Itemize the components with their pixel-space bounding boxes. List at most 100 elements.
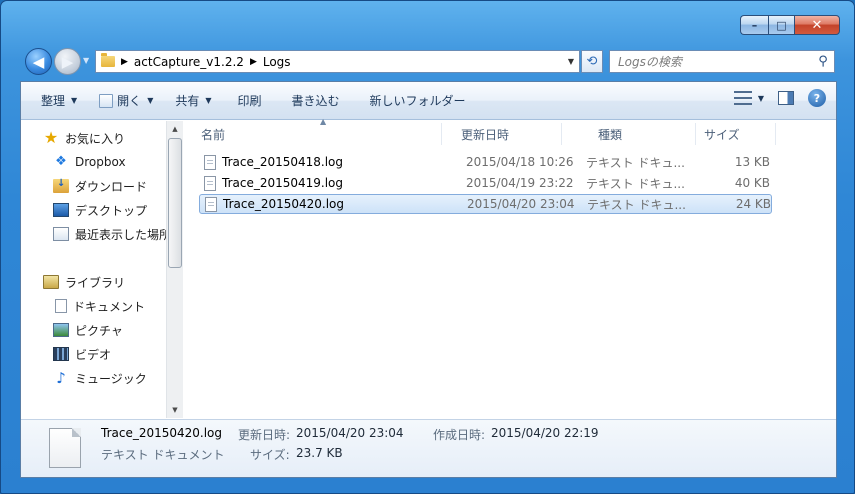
column-header-label: 種類 — [598, 127, 623, 142]
details-file-name: Trace_20150420.log — [101, 426, 223, 440]
file-type: テキスト ドキュ... — [586, 155, 685, 170]
file-size: 13 KB — [734, 155, 770, 169]
search-input[interactable] — [610, 54, 812, 69]
forward-button[interactable]: ▶ — [54, 48, 81, 75]
print-button[interactable]: 印刷 — [230, 89, 270, 113]
sidebar-item-label: ピクチャ — [75, 323, 123, 338]
open-button[interactable]: 開く ▼ — [91, 89, 161, 113]
details-file-type: テキスト ドキュメント — [101, 448, 225, 462]
column-header-label: 更新日時 — [461, 127, 510, 142]
folder-icon — [101, 53, 115, 67]
sidebar-item-dropbox[interactable]: ❖ Dropbox — [53, 151, 126, 173]
libraries-header[interactable]: ライブラリ — [43, 271, 125, 293]
favorites-header[interactable]: ★ お気に入り — [43, 127, 125, 149]
view-button[interactable]: ▼ — [733, 91, 764, 105]
column-header-type[interactable]: 種類 — [578, 123, 696, 145]
file-row[interactable]: Trace_20150419.log 2015/04/19 23:22 テキスト… — [199, 173, 772, 193]
text-file-icon — [204, 175, 216, 191]
libraries-icon — [43, 275, 59, 289]
column-header-name[interactable]: 名前 — [184, 123, 442, 145]
open-label: 開く — [117, 94, 142, 108]
sidebar-item-documents[interactable]: ドキュメント — [53, 295, 145, 317]
file-list: ▲ 名前 更新日時 種類 サイズ Trace_20150418.log 2015… — [184, 117, 836, 418]
navigation-scrollbar[interactable]: ▲ ▼ — [166, 121, 183, 418]
column-header-size[interactable]: サイズ — [696, 123, 776, 145]
organize-label: 整理 — [41, 94, 66, 108]
share-button[interactable]: 共有 ▼ — [167, 89, 219, 113]
sidebar-item-pictures[interactable]: ピクチャ — [53, 319, 123, 341]
libraries-label: ライブラリ — [65, 275, 126, 290]
downloads-icon — [53, 178, 69, 193]
window-body: 整理 ▼ 開く ▼ 共有 ▼ 印刷 書き込む 新しいフォルダー ▼ ? ★ お気… — [20, 81, 837, 478]
preview-pane-icon[interactable] — [778, 91, 794, 105]
caption-buttons: – □ ✕ — [740, 15, 840, 35]
sidebar-item-videos[interactable]: ビデオ — [53, 343, 111, 365]
scrollbar-thumb[interactable] — [168, 138, 182, 268]
desktop-icon — [53, 203, 69, 217]
column-header-modified[interactable]: 更新日時 — [442, 123, 562, 145]
refresh-button[interactable]: ⟲ — [581, 50, 603, 73]
sidebar-item-label: Dropbox — [75, 155, 126, 169]
details-pane: Trace_20150420.log テキスト ドキュメント 更新日時: 201… — [21, 419, 836, 477]
chevron-down-icon: ▼ — [147, 96, 154, 105]
toolbar-right: ▼ ? — [733, 89, 826, 107]
close-button[interactable]: ✕ — [794, 15, 840, 35]
address-dropdown-icon[interactable]: ▼ — [563, 51, 579, 72]
chevron-down-icon: ▼ — [71, 96, 78, 105]
file-modified: 2015/04/18 10:26 — [466, 155, 574, 169]
recent-pages-dropdown[interactable]: ▼ — [83, 56, 89, 65]
sidebar-item-label: 最近表示した場所 — [75, 227, 172, 242]
sidebar-item-music[interactable]: ♪ ミュージック — [53, 367, 147, 389]
documents-icon — [55, 299, 67, 313]
sidebar-item-downloads[interactable]: ダウンロード — [53, 175, 147, 197]
organize-button[interactable]: 整理 ▼ — [21, 89, 85, 113]
arrow-right-icon: ▶ — [61, 52, 74, 71]
chevron-down-icon: ▼ — [205, 96, 212, 105]
breadcrumb-separator-icon[interactable]: ▶ — [250, 57, 257, 67]
command-bar: 整理 ▼ 開く ▼ 共有 ▼ 印刷 書き込む 新しいフォルダー ▼ ? — [21, 82, 836, 120]
dropbox-icon: ❖ — [55, 154, 67, 169]
search-icon[interactable]: ⚲ — [812, 54, 834, 69]
pictures-icon — [53, 323, 69, 337]
help-icon[interactable]: ? — [808, 89, 826, 107]
scroll-down-icon[interactable]: ▼ — [167, 402, 183, 418]
breadcrumb-root[interactable]: actCapture_v1.2.2 — [134, 55, 244, 69]
music-icon: ♪ — [56, 369, 66, 387]
address-bar[interactable]: ▶ actCapture_v1.2.2 ▶ Logs ▼ — [95, 50, 580, 73]
recent-places-icon — [53, 227, 69, 241]
new-folder-button[interactable]: 新しいフォルダー — [362, 89, 474, 113]
videos-icon — [53, 347, 69, 361]
refresh-icon: ⟲ — [586, 54, 598, 69]
scroll-up-icon[interactable]: ▲ — [167, 121, 183, 137]
file-size: 24 KB — [735, 197, 771, 211]
text-file-icon — [205, 196, 217, 212]
favorites-label: お気に入り — [65, 131, 126, 146]
open-icon — [99, 93, 114, 108]
sidebar-item-desktop[interactable]: デスクトップ — [53, 199, 147, 221]
file-row[interactable]: Trace_20150418.log 2015/04/18 10:26 テキスト… — [199, 152, 772, 172]
sidebar-item-recent-places[interactable]: 最近表示した場所 — [53, 223, 171, 245]
minimize-button[interactable]: – — [740, 15, 768, 35]
burn-button[interactable]: 書き込む — [284, 89, 348, 113]
star-icon: ★ — [43, 128, 59, 147]
navigation-pane: ★ お気に入り ❖ Dropbox ダウンロード デスクトップ 最近表示した場所 — [21, 121, 183, 418]
file-type: テキスト ドキュ... — [587, 197, 686, 212]
file-size: 40 KB — [734, 176, 770, 190]
breadcrumb-separator-icon[interactable]: ▶ — [121, 57, 128, 67]
details-size-label: サイズ: — [250, 448, 290, 462]
search-box[interactable]: ⚲ — [609, 50, 835, 73]
sidebar-item-label: ミュージック — [75, 371, 147, 386]
maximize-button[interactable]: □ — [768, 15, 794, 35]
column-header-label: 名前 — [201, 127, 226, 142]
arrow-left-icon: ◀ — [32, 52, 45, 71]
details-modified-value: 2015/04/20 23:04 — [296, 426, 404, 440]
details-modified-label: 更新日時: — [238, 428, 291, 442]
file-row-selected[interactable]: Trace_20150420.log 2015/04/20 23:04 テキスト… — [199, 194, 772, 214]
details-created-label: 作成日時: — [433, 428, 486, 442]
chevron-down-icon: ▼ — [757, 93, 764, 103]
details-size-value: 23.7 KB — [296, 446, 343, 460]
sidebar-item-label: ビデオ — [75, 347, 112, 362]
breadcrumb-current[interactable]: Logs — [263, 55, 291, 69]
file-name: Trace_20150419.log — [222, 176, 344, 190]
back-button[interactable]: ◀ — [25, 48, 52, 75]
